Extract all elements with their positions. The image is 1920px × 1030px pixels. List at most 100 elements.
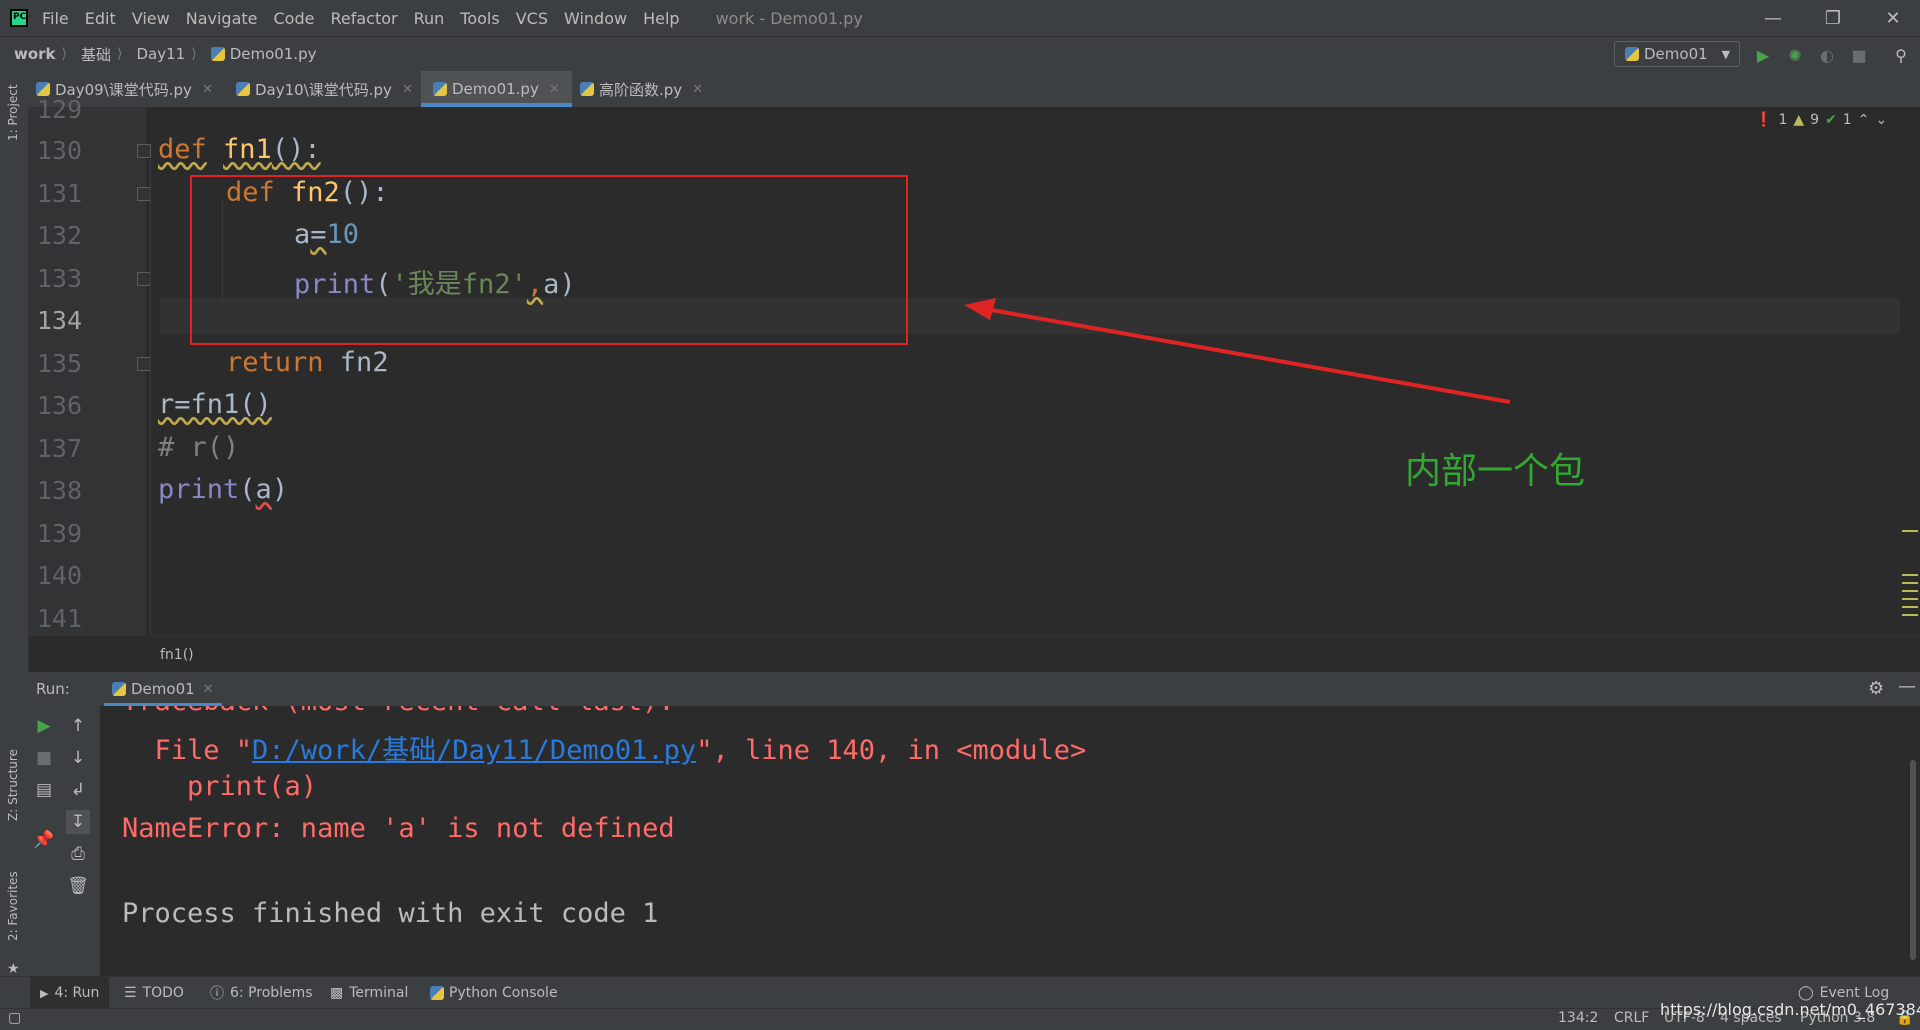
layout-toggle-icon[interactable]: ▢ (8, 1010, 21, 1026)
line-number: 129 (36, 95, 82, 124)
star-icon: ★ (7, 961, 20, 977)
console-file-line: File "D:/work/基础/Day11/Demo01.py", line … (122, 728, 1087, 767)
run-icon: ▶ (40, 986, 49, 1000)
hide-icon[interactable]: — (1898, 676, 1916, 697)
code-punct: (): (271, 134, 321, 165)
console-output[interactable]: Traceback (most recent call last): File … (100, 706, 1920, 976)
close-tab-icon[interactable]: ✕ (202, 82, 213, 97)
project-tool-button[interactable]: 1: Project (6, 84, 20, 141)
tab-higher-order[interactable]: 高阶函数.py ✕ (580, 71, 703, 107)
menu-refactor[interactable]: Refactor (330, 9, 397, 28)
run-toolbar: ▶ ■ ▤ 📌 ↑ ↓ ↲ ↧ ⎙ 🗑 (28, 706, 100, 976)
restore-icon[interactable]: ❐ (1806, 0, 1860, 36)
tab-label: Demo01.py (452, 80, 539, 98)
console-exit-line: Process finished with exit code 1 (122, 898, 659, 929)
error-count: 1 (1778, 112, 1788, 128)
search-icon[interactable]: ⚲ (1890, 44, 1912, 66)
window-title: work - Demo01.py (715, 8, 863, 28)
warning-marker[interactable] (1902, 530, 1918, 532)
console-traceback-header: Traceback (most recent call last): (122, 706, 675, 717)
soft-wrap-icon[interactable]: ↲ (66, 778, 90, 802)
close-tab-icon[interactable]: ✕ (549, 82, 560, 97)
terminal-tool-button[interactable]: ▩ Terminal (330, 977, 408, 1009)
stop-icon[interactable]: ■ (32, 746, 56, 770)
python-icon (112, 682, 126, 696)
menu-file[interactable]: File (42, 9, 69, 28)
console-scrollbar[interactable] (1910, 760, 1916, 960)
arrow-up-icon[interactable]: ↑ (66, 714, 90, 738)
console-code-line: print(a) (122, 771, 318, 802)
coverage-icon[interactable]: ◐ (1816, 44, 1838, 66)
python-file-icon (210, 47, 225, 61)
python-console-tool-button[interactable]: Python Console (430, 977, 558, 1009)
unresolved-variable: a (255, 474, 272, 505)
menu-window[interactable]: Window (564, 9, 627, 28)
left-tool-strip: 1: Project Z: Structure 2: Favorites ★ (0, 71, 29, 977)
breadcrumb-root[interactable]: work (14, 45, 56, 63)
code-line-130[interactable]: def fn1(): (158, 134, 321, 165)
watermark-text: https://blog.csdn.net/m0_46738467 (1660, 1000, 1920, 1019)
caret-position[interactable]: 134:2 (1558, 1010, 1598, 1026)
tab-day10[interactable]: Day10\课堂代码.py ✕ (236, 71, 413, 107)
stop-icon[interactable]: ■ (1848, 44, 1870, 66)
breadcrumb-file-label: Demo01.py (229, 45, 317, 63)
breadcrumb-file[interactable]: Demo01.py (210, 45, 317, 63)
builtin-function: print (158, 474, 240, 505)
code-line-138[interactable]: print(a) (158, 474, 288, 505)
structure-tool-button[interactable]: Z: Structure (6, 749, 20, 821)
close-icon[interactable]: ✕ (1866, 0, 1920, 36)
close-tab-icon[interactable]: ✕ (402, 82, 413, 97)
tab-demo01[interactable]: Demo01.py ✕ (421, 71, 572, 107)
menu-help[interactable]: Help (643, 9, 679, 28)
rerun-icon[interactable]: ▶ (32, 714, 56, 738)
debug-icon[interactable]: ✺ (1784, 44, 1806, 66)
minimize-icon[interactable]: — (1746, 0, 1800, 36)
fold-marker-icon[interactable] (137, 357, 151, 371)
scroll-to-end-icon[interactable]: ↧ (66, 810, 90, 834)
run-config-select[interactable]: Demo01 ▼ (1614, 41, 1740, 67)
breadcrumb-function[interactable]: fn1() (160, 647, 194, 663)
warning-marker[interactable] (1902, 574, 1918, 620)
menu-view[interactable]: View (132, 9, 170, 28)
arrow-down-icon[interactable]: ↓ (66, 746, 90, 770)
code-line-135[interactable]: return fn2 (226, 347, 389, 378)
warning-count: 9 (1810, 112, 1820, 128)
code-line-136[interactable]: r=fn1() (158, 389, 272, 420)
fold-marker-icon[interactable] (137, 272, 151, 286)
close-tab-icon[interactable]: ✕ (692, 82, 703, 97)
run-icon[interactable]: ▶ (1752, 44, 1774, 66)
print-icon[interactable]: ⎙ (66, 842, 90, 866)
pin-icon[interactable]: 📌 (32, 828, 56, 852)
inspection-widget[interactable]: ❗ 1 ▲ 9 ✔ 1 ⌃ ⌄ (1755, 112, 1893, 128)
menu-tools[interactable]: Tools (460, 9, 499, 28)
console-file-link[interactable]: D:/work/基础/Day11/Demo01.py (252, 735, 696, 766)
trash-icon[interactable]: 🗑 (66, 874, 90, 898)
code-line-137[interactable]: # r() (158, 432, 239, 463)
menu-code[interactable]: Code (274, 9, 315, 28)
run-tool-button[interactable]: ▶ 4: Run (30, 977, 110, 1009)
chevron-up-icon[interactable]: ⌃ (1858, 112, 1870, 128)
line-separator[interactable]: CRLF (1614, 1010, 1649, 1026)
todo-tool-button[interactable]: ☰ TODO (124, 977, 184, 1009)
line-number: 136 (36, 391, 82, 420)
menu-run[interactable]: Run (414, 9, 445, 28)
run-tab-demo01[interactable]: Demo01 ✕ (104, 672, 222, 706)
breadcrumb-folder[interactable]: 基础 (81, 44, 111, 65)
favorites-tool-button[interactable]: 2: Favorites (6, 871, 20, 941)
fold-marker-icon[interactable] (137, 187, 151, 201)
speech-bubble-icon: ◯ (1798, 985, 1814, 1001)
gear-icon[interactable]: ⚙ (1868, 678, 1884, 699)
line-number: 139 (36, 519, 82, 548)
line-number: 132 (36, 221, 82, 250)
fold-marker-icon[interactable] (137, 144, 151, 158)
breadcrumb-subfolder[interactable]: Day11 (137, 45, 186, 63)
menu-vcs[interactable]: VCS (516, 9, 548, 28)
menu-edit[interactable]: Edit (85, 9, 116, 28)
layout-icon[interactable]: ▤ (32, 778, 56, 802)
chevron-down-icon[interactable]: ⌄ (1875, 112, 1887, 128)
problems-tool-button[interactable]: ⓘ 6: Problems (210, 977, 313, 1009)
close-tab-icon[interactable]: ✕ (203, 682, 214, 697)
menu-navigate[interactable]: Navigate (186, 9, 258, 28)
code-text: r=fn1() (158, 389, 272, 420)
function-name: fn1 (223, 134, 272, 165)
